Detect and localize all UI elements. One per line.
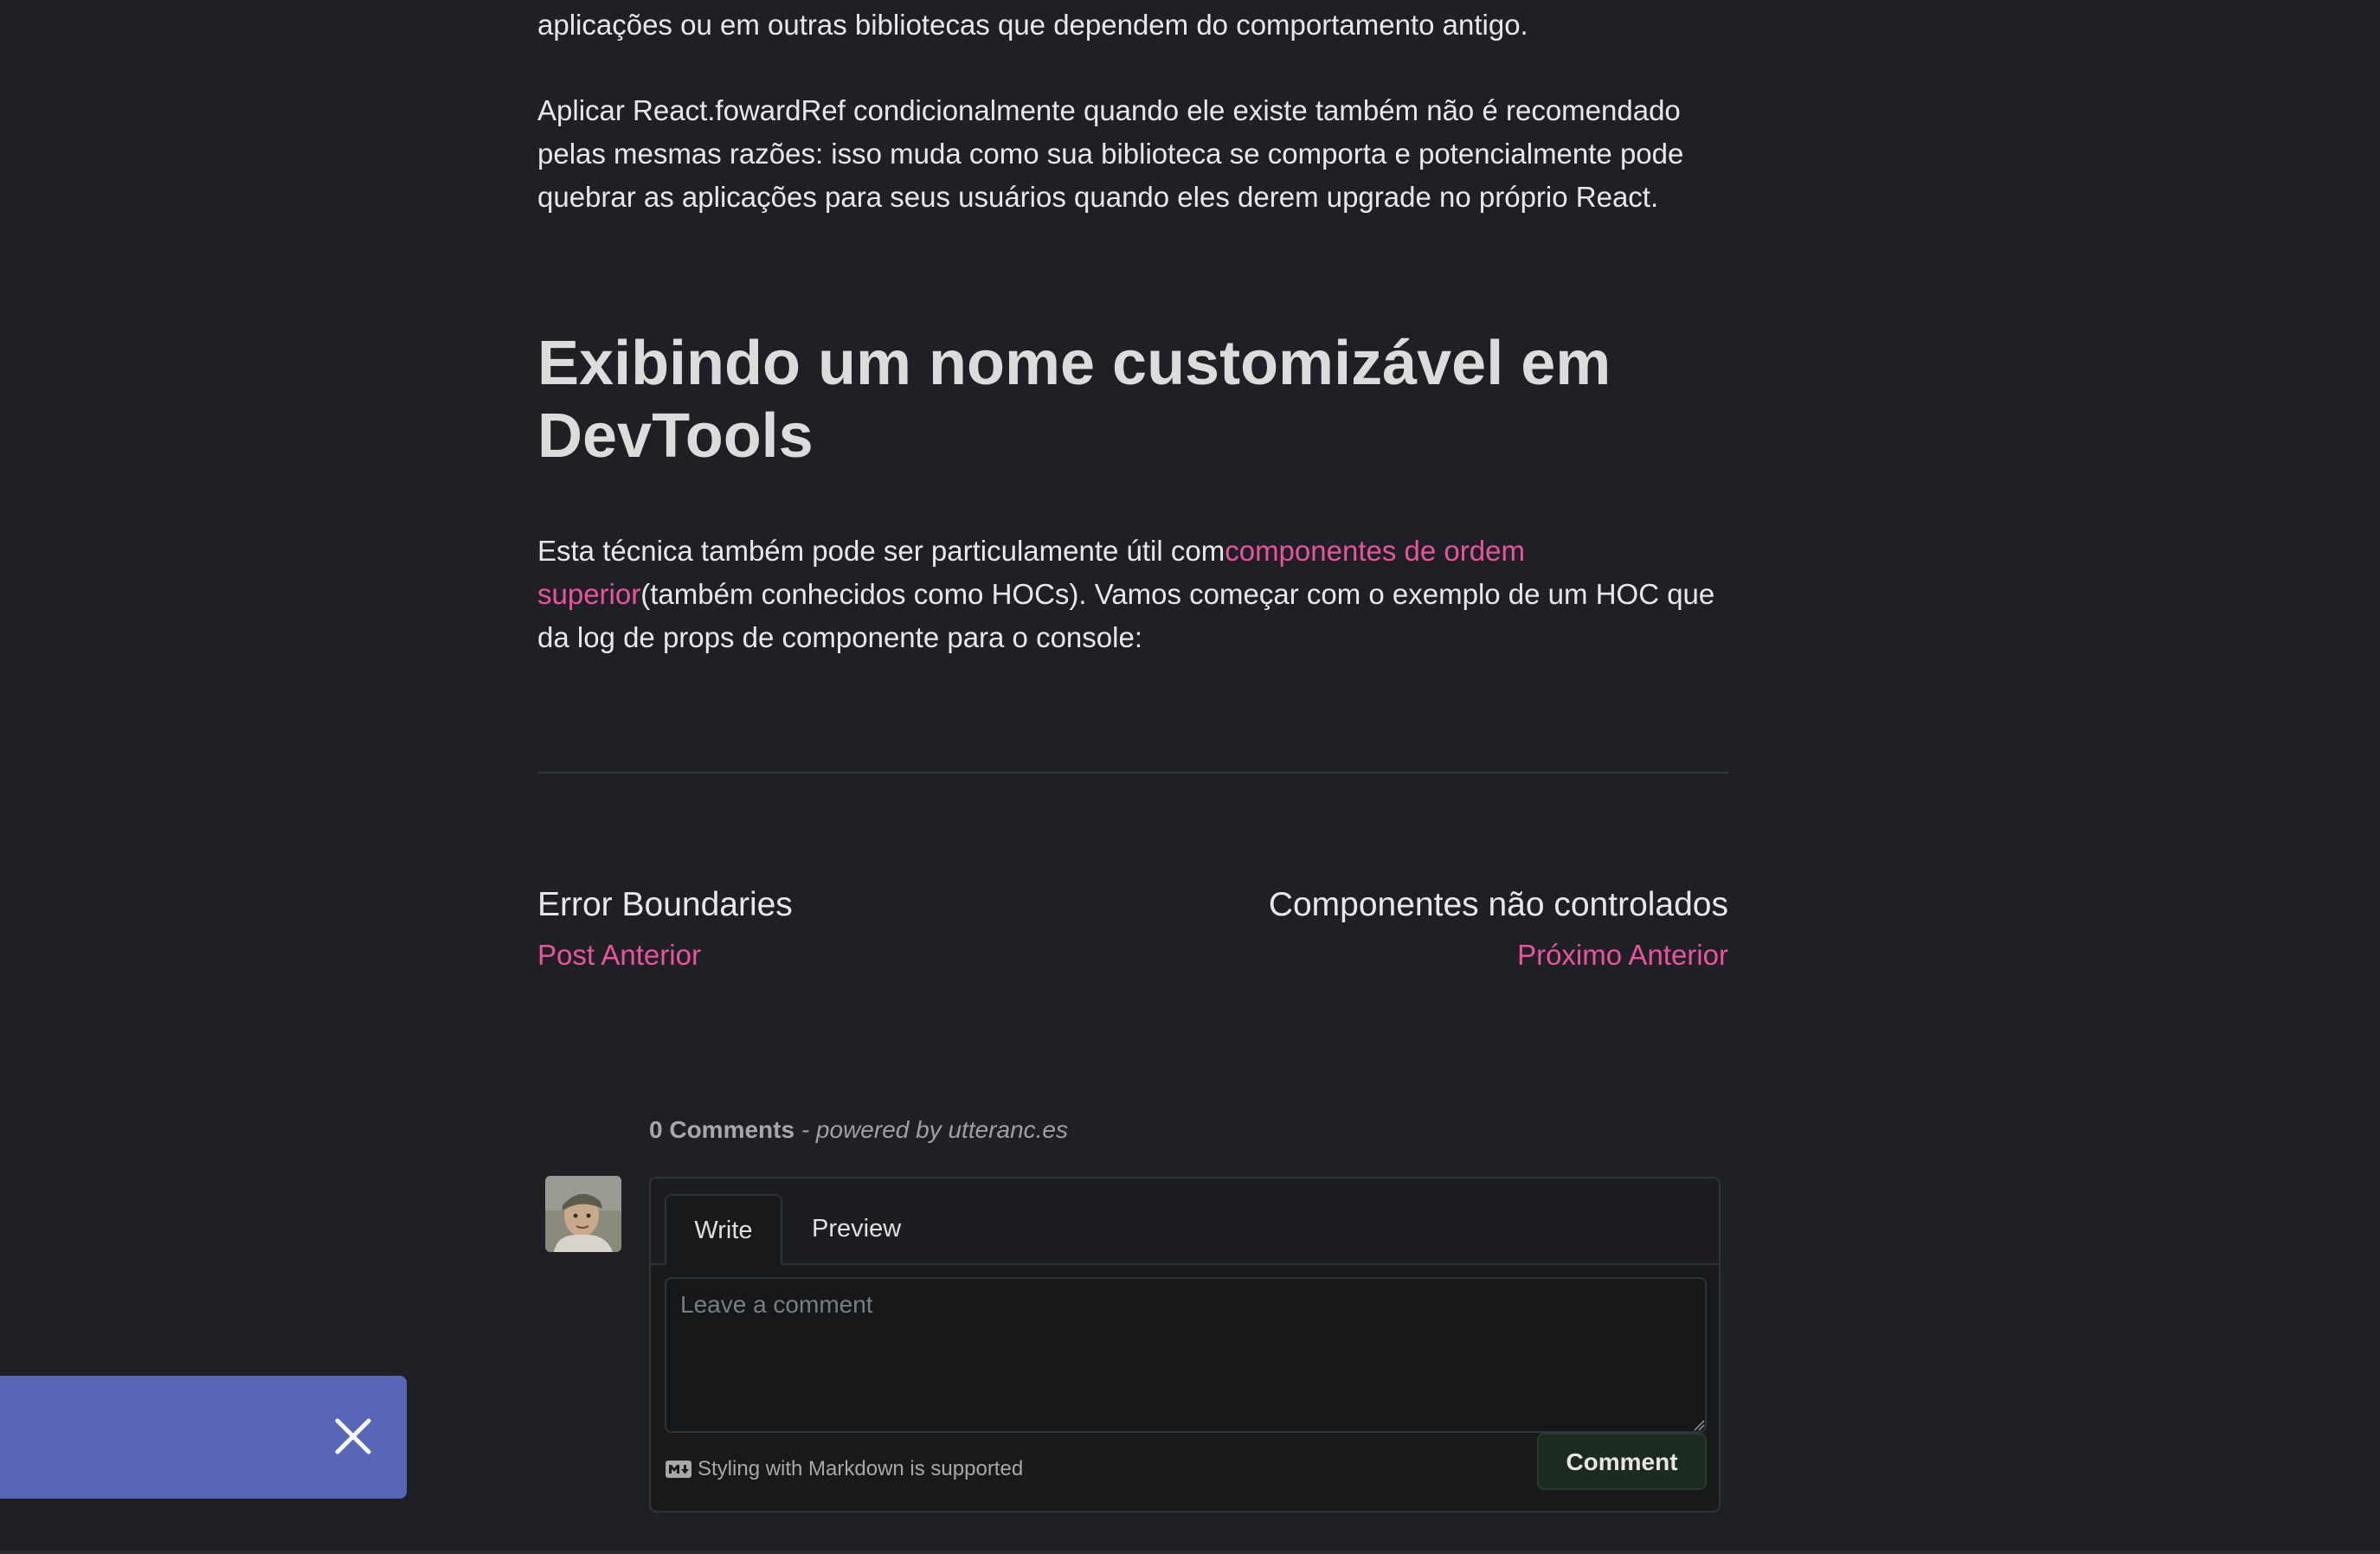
paragraph-hoc-text-after: (também conhecidos como HOCs). Vamos com…: [537, 578, 1715, 653]
markdown-hint-text: Styling with Markdown is supported: [698, 1457, 1024, 1480]
close-icon[interactable]: [329, 1412, 377, 1461]
comment-submit-button[interactable]: Comment: [1537, 1433, 1707, 1490]
toast-banner: [0, 1376, 407, 1499]
comments-powered-by: - powered by utteranc.es: [794, 1116, 1068, 1143]
comment-input[interactable]: [665, 1277, 1707, 1433]
resize-grip-icon[interactable]: [1693, 1419, 1705, 1431]
comments-count: 0 Comments: [649, 1116, 795, 1143]
section-heading: Exibindo um nome customizável em DevTool…: [537, 329, 1611, 471]
comments-header: 0 Comments - powered by utteranc.es: [649, 1113, 1068, 1147]
next-post-link[interactable]: Próximo Anterior: [1269, 931, 1728, 979]
markdown-hint[interactable]: Styling with Markdown is supported: [665, 1452, 1023, 1487]
divider: [537, 772, 1728, 774]
next-post-title: Componentes não controlados: [1268, 886, 1728, 923]
next-post: Componentes não controlados Próximo Ante…: [1269, 879, 1728, 979]
paragraph-forwardref: Aplicar React.fowardRef condicionalmente…: [537, 94, 1684, 213]
paragraph-behavior: aplicações ou em outras bibliotecas que …: [537, 9, 1528, 41]
markdown-icon: [666, 1461, 691, 1478]
tab-write[interactable]: Write: [665, 1194, 782, 1265]
paragraph-hoc-text-before: Esta técnica também pode ser particulame…: [537, 535, 1225, 567]
previous-post-title: Error Boundaries: [537, 886, 793, 923]
tab-preview[interactable]: Preview: [812, 1194, 901, 1263]
previous-post: Error Boundaries Post Anterior: [537, 879, 793, 979]
comment-tabs: Write Preview: [651, 1178, 1719, 1265]
avatar-image: [545, 1176, 621, 1252]
user-avatar[interactable]: [545, 1176, 621, 1252]
previous-post-link[interactable]: Post Anterior: [537, 931, 793, 979]
paragraph-hoc: Esta técnica também pode ser particulame…: [537, 530, 1728, 659]
bottom-border: [0, 1551, 2380, 1554]
comment-form: Write Preview Styling with Markdown is s…: [649, 1177, 1721, 1512]
